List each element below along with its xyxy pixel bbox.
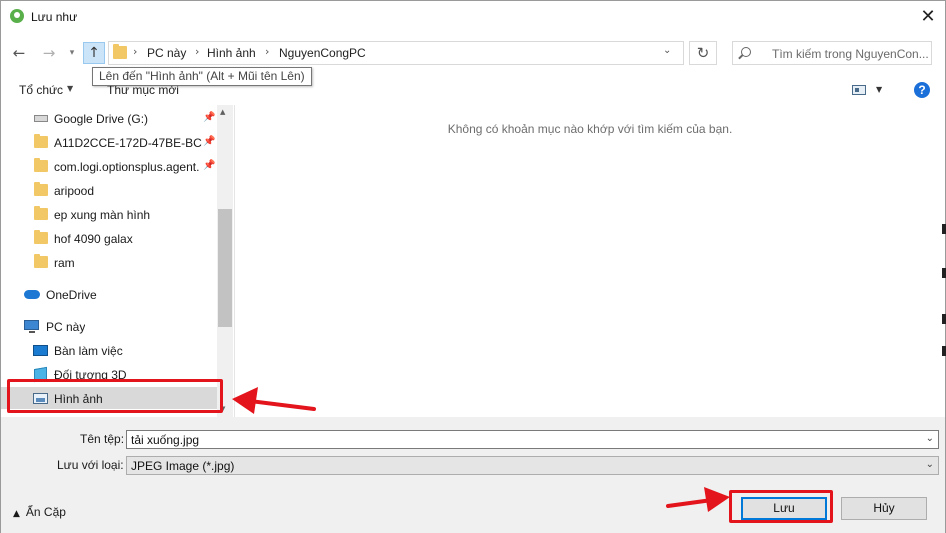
filetype-label: Lưu với loại: [57, 458, 124, 472]
close-button[interactable]: ✕ [913, 4, 943, 30]
highlight-box-save [729, 490, 833, 523]
edge-mark [942, 346, 946, 356]
computer-icon [24, 320, 39, 333]
sidebar-item-label: com.logi.optionsplus.agent. [54, 160, 200, 174]
filetype-value: JPEG Image (*.jpg) [131, 459, 235, 473]
arrow-up-icon: ↑ [88, 45, 100, 61]
folder-icon [113, 44, 127, 59]
arrow-right-icon: → [42, 44, 56, 62]
chevron-right-icon: › [133, 45, 138, 58]
folder-icon [34, 230, 48, 244]
sidebar-item-folder[interactable]: com.logi.optionsplus.agent. 📌 [1, 155, 217, 177]
refresh-button[interactable]: ↻ [689, 41, 717, 65]
organize-button[interactable]: Tổ chức [19, 83, 63, 97]
chevron-down-icon[interactable]: ⌄ [663, 45, 671, 56]
filename-value: tải xuống.jpg [131, 433, 200, 447]
recent-locations-button[interactable]: ▾ [65, 42, 79, 64]
chevron-down-icon: ▾ [69, 48, 75, 58]
folder-icon [34, 206, 48, 220]
edge-mark [942, 268, 946, 278]
address-bar[interactable]: › PC này › Hình ảnh › NguyenCongPC ⌄ [108, 41, 684, 65]
sidebar-item-label: ram [54, 256, 75, 270]
sidebar-item-folder[interactable]: ram [1, 251, 217, 273]
search-input[interactable]: Tìm kiếm trong NguyenCon... [772, 47, 930, 61]
sidebar-item-label: OneDrive [46, 288, 97, 302]
sidebar-item-label: Bàn làm việc [54, 344, 123, 358]
sidebar-item-label: aripood [54, 184, 95, 198]
sidebar-item-desktop[interactable]: Bàn làm việc [1, 339, 217, 361]
folder-icon [34, 254, 48, 268]
annotation-arrow-right [666, 487, 730, 512]
search-box[interactable]: Tìm kiếm trong NguyenCon... [732, 41, 932, 65]
pin-icon: 📌 [203, 112, 216, 123]
sidebar-scrollbar[interactable]: ▲ ▼ [217, 105, 233, 417]
up-button-tooltip: Lên đến "Hình ảnh" (Alt + Mũi tên Lên) [92, 67, 312, 86]
annotation-arrow-left [232, 387, 316, 414]
breadcrumb-pc[interactable]: PC này [147, 46, 186, 60]
navigation-pane: Google Drive (G:) 📌 A11D2CCE-172D-47BE-B… [1, 105, 233, 417]
file-list[interactable]: Không có khoản mục nào khớp với tìm kiếm… [235, 105, 945, 417]
up-button[interactable]: ↑ [83, 42, 105, 64]
filetype-select[interactable]: JPEG Image (*.jpg) ⌄ [126, 456, 939, 475]
forward-button[interactable]: → [39, 42, 59, 64]
desktop-icon [33, 345, 48, 356]
chevron-up-icon: ▲ [13, 509, 20, 519]
sidebar-item-folder[interactable]: hof 4090 galax [1, 227, 217, 249]
sidebar-item-this-pc[interactable]: PC này [1, 315, 217, 337]
folder-icon [34, 134, 48, 148]
cloud-icon [24, 290, 40, 299]
cancel-button[interactable]: Hủy [841, 497, 927, 520]
empty-message: Không có khoản mục nào khớp với tìm kiếm… [447, 122, 733, 136]
save-as-dialog: Lưu như ✕ ← → ▾ ↑ › PC này › Hình ảnh › … [0, 0, 946, 533]
sidebar-item-folder[interactable]: ep xung màn hình [1, 203, 217, 225]
view-options-icon[interactable] [852, 85, 866, 95]
folder-icon [34, 158, 48, 172]
filename-label: Tên tệp: [80, 432, 125, 446]
chevron-down-icon: ⌄ [925, 459, 934, 470]
pin-icon: 📌 [203, 136, 216, 147]
scroll-up-icon[interactable]: ▲ [220, 108, 225, 116]
background-edge [940, 210, 946, 410]
sidebar-item-label: hof 4090 galax [54, 232, 133, 246]
filename-field[interactable]: tải xuống.jpg ⌄ [126, 430, 939, 449]
breadcrumb-pictures[interactable]: Hình ảnh [207, 46, 256, 60]
sidebar-item-folder[interactable]: aripood [1, 179, 217, 201]
folder-icon [34, 182, 48, 196]
highlight-box-pictures [7, 379, 223, 413]
drive-icon [34, 115, 48, 122]
sidebar-item-label: PC này [46, 320, 86, 334]
breadcrumb-current[interactable]: NguyenCongPC [279, 46, 366, 60]
edge-mark [942, 314, 946, 324]
chevron-right-icon: › [265, 45, 270, 58]
chevron-right-icon: › [195, 45, 200, 58]
title-bar: Lưu như ✕ [1, 1, 945, 33]
edge-mark [942, 224, 946, 234]
back-button[interactable]: ← [9, 42, 29, 64]
command-toolbar: Tổ chức ▼ Thư mục mới Lên đến "Hình ảnh"… [1, 67, 945, 105]
close-icon: ✕ [920, 6, 936, 27]
hide-folders-toggle[interactable]: ▲ Ẩn Cặp [13, 505, 66, 519]
sidebar-item-onedrive[interactable]: OneDrive [1, 283, 217, 305]
sidebar-item-label: A11D2CCE-172D-47BE-BCA0 [54, 136, 202, 150]
scrollbar-thumb[interactable] [218, 209, 232, 327]
hide-folders-label: Ẩn Cặp [25, 505, 66, 519]
sidebar-item-folder[interactable]: A11D2CCE-172D-47BE-BCA0 📌 [1, 131, 217, 153]
window-title: Lưu như [31, 10, 78, 24]
sidebar-item-label: ep xung màn hình [54, 208, 151, 222]
chevron-down-icon[interactable]: ▼ [876, 85, 882, 94]
app-logo-icon [10, 9, 24, 23]
navigation-bar: ← → ▾ ↑ › PC này › Hình ảnh › NguyenCong… [1, 37, 945, 69]
arrow-left-icon: ← [12, 44, 26, 62]
chevron-down-icon[interactable]: ⌄ [926, 433, 934, 444]
search-icon [741, 47, 751, 57]
chevron-down-icon: ▼ [67, 84, 74, 93]
sidebar-item-google-drive[interactable]: Google Drive (G:) 📌 [1, 107, 217, 129]
pin-icon: 📌 [203, 160, 216, 171]
help-icon[interactable]: ? [914, 82, 930, 98]
sidebar-item-label: Google Drive (G:) [54, 112, 149, 126]
refresh-icon: ↻ [696, 44, 710, 62]
